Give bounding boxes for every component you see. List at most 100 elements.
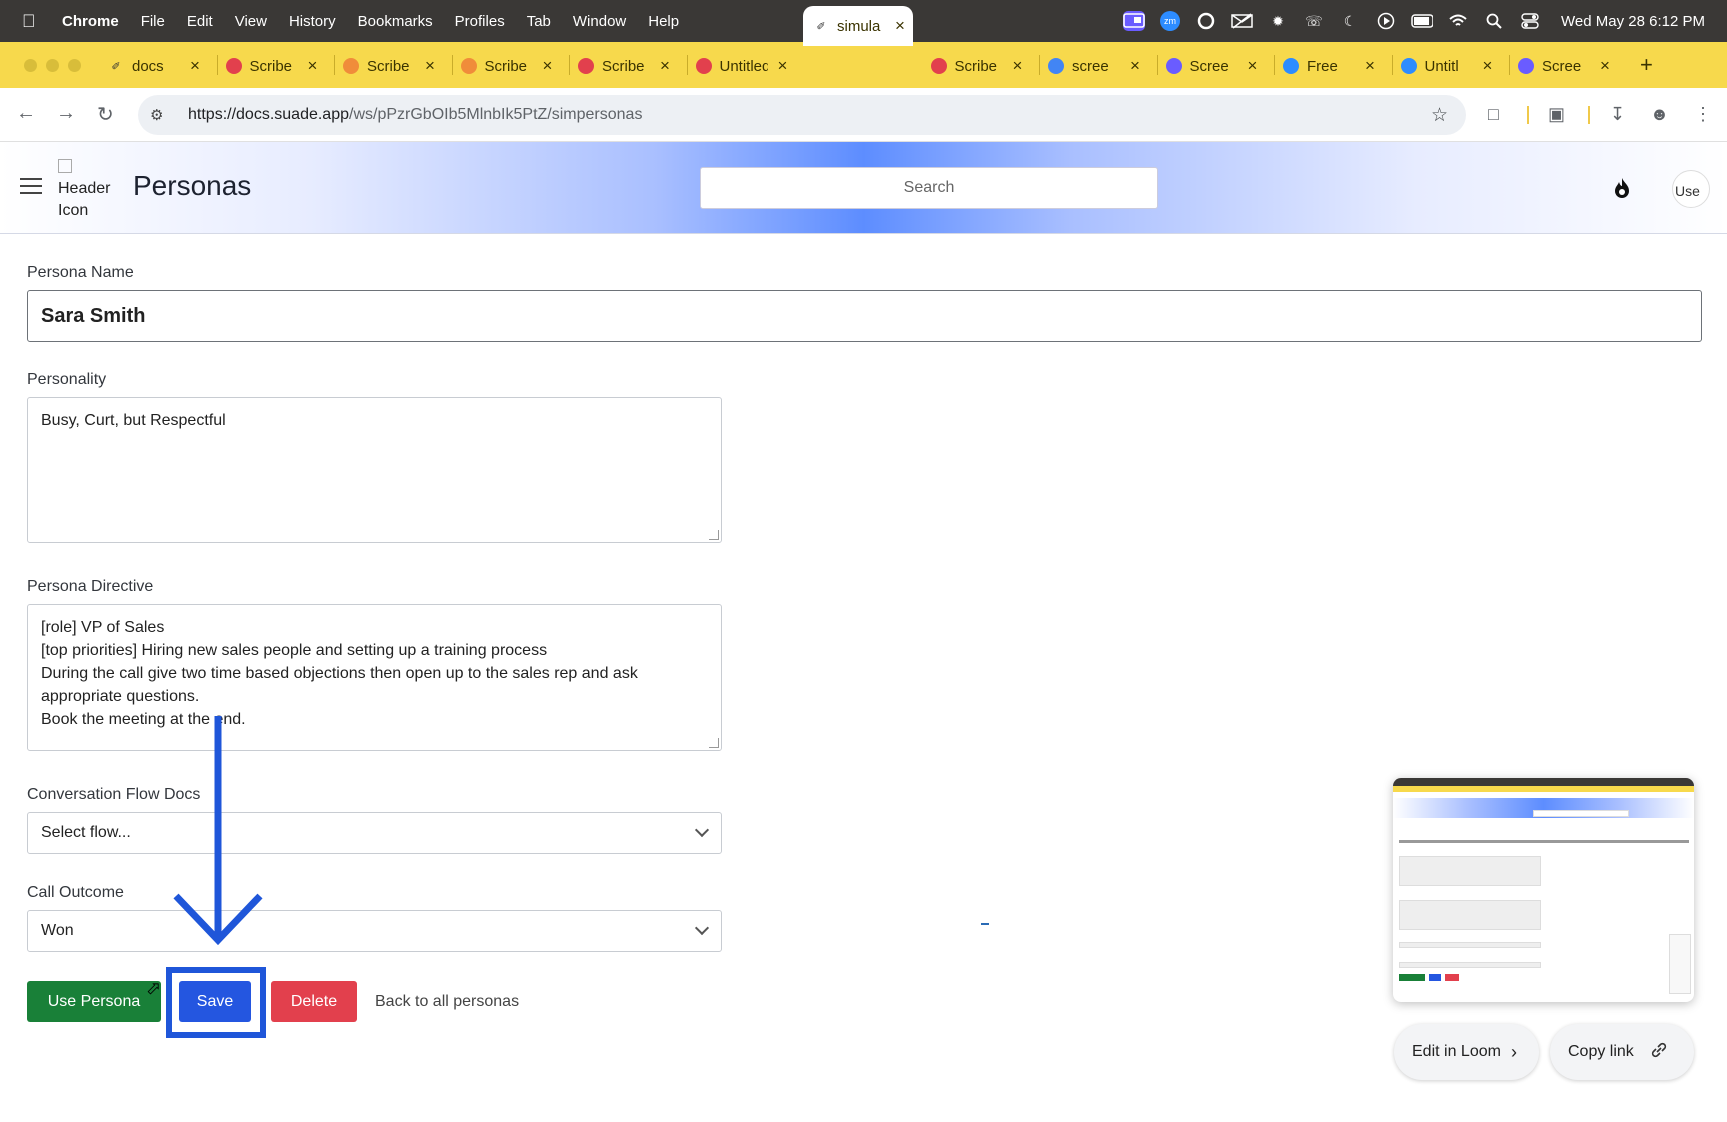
- canva-icon: [1283, 58, 1299, 74]
- address-url[interactable]: https://docs.suade.app/ws/pPzrGbOIb5Mlnb…: [188, 106, 642, 124]
- tab-label: Untitl: [1424, 57, 1459, 75]
- browser-tab[interactable]: Scribe ×: [930, 48, 1023, 84]
- spotlight-icon[interactable]: [1483, 11, 1505, 31]
- close-tab-icon[interactable]: ×: [660, 56, 670, 76]
- mail-off-icon[interactable]: [1231, 11, 1253, 31]
- app-header: Header Icon Personas Search Use: [0, 142, 1727, 234]
- close-tab-icon[interactable]: ×: [190, 56, 200, 76]
- back-arrow-icon[interactable]: ←: [16, 102, 36, 125]
- menu-profiles[interactable]: Profiles: [455, 13, 505, 30]
- tab-label: docs: [132, 57, 164, 75]
- gear-icon: [1165, 58, 1182, 74]
- wifi-icon[interactable]: [1447, 11, 1469, 31]
- close-tab-icon[interactable]: ×: [1130, 56, 1140, 76]
- extensions-icon[interactable]: □: [1488, 104, 1499, 125]
- chevron-down-icon: [694, 822, 710, 838]
- persona-name-field[interactable]: Sara Smith: [27, 290, 1702, 342]
- browser-tab[interactable]: ✐ simula ×: [803, 6, 913, 46]
- close-tab-icon[interactable]: ×: [895, 16, 905, 36]
- window-controls[interactable]: [24, 59, 81, 72]
- kebab-menu-icon[interactable]: ⋮: [1694, 104, 1712, 125]
- chevron-down-icon: [694, 920, 710, 936]
- address-bar[interactable]: ⚙ https://docs.suade.app/ws/pPzrGbOIb5Ml…: [138, 95, 1466, 135]
- resize-handle-icon[interactable]: [709, 738, 719, 748]
- menu-window[interactable]: Window: [573, 13, 626, 30]
- tab-divider: [1391, 55, 1393, 75]
- apple-icon[interactable]: : [22, 11, 40, 32]
- gear-icon: [1518, 58, 1534, 74]
- close-tab-icon[interactable]: ×: [308, 56, 318, 76]
- menu-edit[interactable]: Edit: [187, 13, 213, 30]
- persona-directive-textarea[interactable]: [role] VP of Sales [top priorities] Hiri…: [27, 604, 722, 751]
- delete-button[interactable]: Delete: [271, 981, 357, 1022]
- loom-preview-thumbnail[interactable]: [1393, 778, 1694, 1002]
- browser-tab[interactable]: Scree ×: [1165, 48, 1258, 84]
- download-icon[interactable]: ↧: [1610, 104, 1625, 125]
- menu-app-name[interactable]: Chrome: [62, 13, 119, 30]
- close-tab-icon[interactable]: ×: [1600, 56, 1610, 76]
- close-tab-icon[interactable]: ×: [1483, 56, 1493, 76]
- browser-tab[interactable]: Untitl ×: [1400, 48, 1493, 84]
- reload-icon[interactable]: ↻: [97, 102, 114, 127]
- screen-share-icon[interactable]: [1123, 11, 1146, 31]
- browser-tab[interactable]: Scribe ×: [578, 48, 670, 84]
- conversation-flow-select[interactable]: Select flow...: [27, 812, 722, 854]
- header-icon-image: Header Icon: [58, 156, 122, 222]
- menubar-clock[interactable]: Wed May 28 6:12 PM: [1561, 13, 1705, 30]
- browser-tab[interactable]: Scribe ×: [460, 48, 553, 84]
- control-center-icon[interactable]: [1519, 11, 1541, 31]
- close-tab-icon[interactable]: ×: [1365, 56, 1375, 76]
- flame-icon[interactable]: [1610, 176, 1634, 200]
- tab-search-icon[interactable]: ▣: [1548, 104, 1565, 125]
- copy-link-button[interactable]: Copy link: [1550, 1024, 1694, 1080]
- close-tab-icon[interactable]: ×: [1013, 56, 1023, 76]
- browser-tab[interactable]: ✐ docs ×: [108, 48, 200, 84]
- minimize-window-icon[interactable]: [46, 59, 59, 72]
- browser-tab[interactable]: Scribe ×: [225, 48, 318, 84]
- forward-arrow-icon[interactable]: →: [56, 102, 76, 125]
- close-tab-icon[interactable]: ×: [543, 56, 553, 76]
- close-window-icon[interactable]: [24, 59, 37, 72]
- browser-tab[interactable]: scree ×: [1048, 48, 1140, 84]
- menu-bookmarks[interactable]: Bookmarks: [358, 13, 433, 30]
- zoom-icon[interactable]: zm: [1159, 11, 1181, 31]
- menu-tab[interactable]: Tab: [527, 13, 551, 30]
- resize-handle-icon[interactable]: [709, 530, 719, 540]
- menu-view[interactable]: View: [235, 13, 267, 30]
- new-tab-button[interactable]: +: [1640, 52, 1653, 78]
- close-tab-icon[interactable]: ×: [425, 56, 435, 76]
- tab-label: Scribe: [954, 57, 998, 75]
- brightness-icon[interactable]: ✹: [1267, 11, 1289, 31]
- browser-tab[interactable]: Scree ×: [1518, 48, 1610, 84]
- browser-tab[interactable]: Scribe ×: [343, 48, 435, 84]
- back-to-personas-link[interactable]: Back to all personas: [375, 993, 519, 1011]
- call-outcome-value: Won: [41, 922, 74, 939]
- personality-textarea[interactable]: Busy, Curt, but Respectful: [27, 397, 722, 543]
- browser-tab[interactable]: Untitled ×: [695, 48, 788, 84]
- accessibility-icon[interactable]: ☏: [1303, 11, 1325, 31]
- bookmark-star-icon[interactable]: ☆: [1431, 104, 1448, 127]
- scribe-icon: [578, 58, 594, 74]
- profile-icon[interactable]: ☻: [1650, 104, 1669, 125]
- close-tab-icon[interactable]: ×: [778, 56, 788, 76]
- use-persona-button[interactable]: Use Persona: [27, 981, 161, 1022]
- zoom-window-icon[interactable]: [68, 59, 81, 72]
- page-title: Personas: [133, 170, 252, 201]
- edit-in-loom-button[interactable]: Edit in Loom ›: [1394, 1024, 1539, 1080]
- play-icon[interactable]: [1375, 11, 1397, 31]
- menu-history[interactable]: History: [289, 13, 336, 30]
- record-icon[interactable]: [1195, 11, 1217, 31]
- tab-label: Scree: [1189, 57, 1229, 75]
- suade-icon: ✐: [816, 20, 826, 33]
- call-outcome-select[interactable]: Won: [27, 910, 722, 952]
- hamburger-menu-icon[interactable]: [20, 178, 42, 199]
- menu-help[interactable]: Help: [648, 13, 679, 30]
- moon-icon[interactable]: ☾: [1339, 11, 1361, 31]
- close-tab-icon[interactable]: ×: [1248, 56, 1258, 76]
- site-info-icon[interactable]: ⚙: [150, 106, 172, 124]
- avatar[interactable]: Use: [1672, 170, 1710, 208]
- battery-icon[interactable]: [1411, 11, 1434, 31]
- browser-tab[interactable]: Free ×: [1283, 48, 1375, 84]
- menu-file[interactable]: File: [141, 13, 165, 30]
- search-input[interactable]: Search: [700, 167, 1158, 209]
